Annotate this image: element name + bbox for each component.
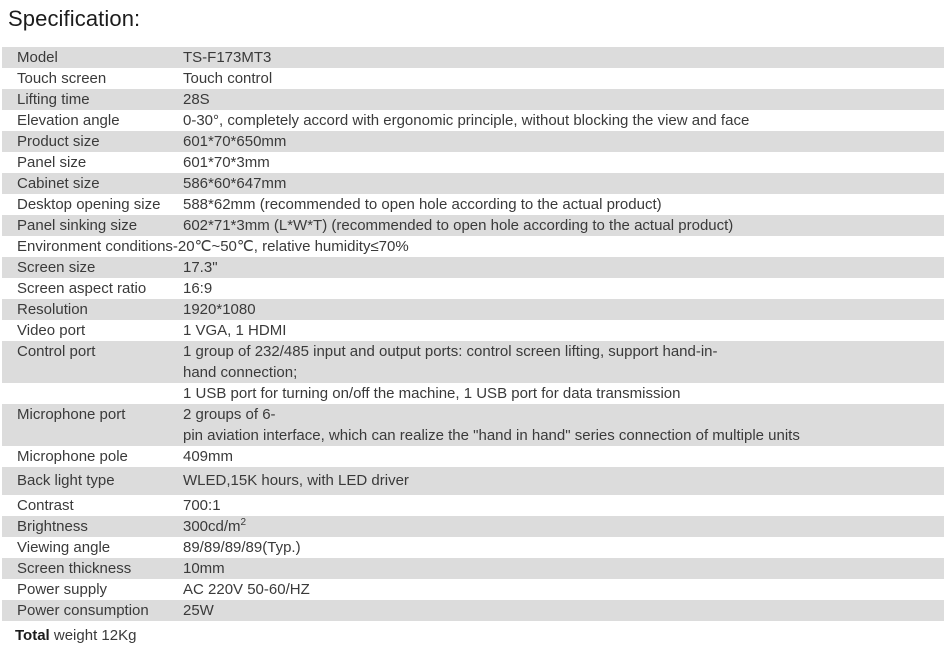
spec-value: 409mm — [183, 448, 234, 465]
table-row: Screen size 17.3" — [2, 257, 944, 278]
spec-label: Lifting time — [17, 91, 90, 108]
spec-label: Cabinet size — [17, 175, 100, 192]
total-weight-line: Total weight 12Kg — [0, 621, 950, 646]
total-label: Total — [15, 627, 50, 644]
spec-label: Control port — [17, 343, 96, 360]
table-row: Model TS-F173MT3 — [2, 47, 944, 68]
spec-value: Touch control — [183, 70, 273, 87]
table-row: Screen aspect ratio 16:9 — [2, 278, 944, 299]
spec-value: 1 group of 232/485 input and output port… — [183, 343, 718, 381]
table-row: Microphone pole 409mm — [2, 446, 944, 467]
spec-label: Microphone port — [17, 406, 126, 423]
spec-label: Screen thickness — [17, 560, 132, 577]
spec-label: Resolution — [17, 301, 88, 318]
table-row: Back light type WLED,15K hours, with LED … — [2, 467, 944, 495]
spec-value: 300cd/m2 — [183, 517, 247, 536]
spec-label: Screen aspect ratio — [17, 280, 147, 297]
spec-label: Power consumption — [17, 602, 149, 619]
total-value: weight 12Kg — [49, 627, 137, 644]
table-row: Screen thickness 10mm — [2, 558, 944, 579]
spec-value: 1 USB port for turning on/off the machin… — [183, 385, 681, 402]
spec-label: Screen size — [17, 259, 96, 276]
spec-value: AC 220V 50-60/HZ — [183, 581, 310, 598]
table-row: Lifting time 28S — [2, 89, 944, 110]
table-row: Elevation angle 0-30°, completely accord … — [2, 110, 944, 131]
spec-value: 2 groups of 6- pin aviation interface, w… — [183, 406, 800, 444]
spec-label: Product size — [17, 133, 100, 150]
spec-value: 16:9 — [183, 280, 213, 297]
spec-value: 0-30°, completely accord with ergonomic … — [183, 112, 750, 129]
table-row: Environment conditions -20℃~50℃, relative… — [2, 236, 944, 257]
spec-value: 700:1 — [183, 497, 221, 514]
spec-value: 586*60*647mm — [183, 175, 287, 192]
table-row: Panel size 601*70*3mm — [2, 152, 944, 173]
specification-table: Model TS-F173MT3 Touch screen Touch control… — [2, 47, 944, 621]
table-row: Product size 601*70*650mm — [2, 131, 944, 152]
spec-value: 1 VGA, 1 HDMI — [183, 322, 287, 339]
table-row: Contrast 700:1 — [2, 495, 944, 516]
spec-value: 601*70*650mm — [183, 133, 287, 150]
spec-value: WLED,15K hours, with LED driver — [183, 472, 409, 489]
table-row: Touch screen Touch control — [2, 68, 944, 89]
spec-value: 17.3" — [183, 259, 218, 276]
spec-value: 89/89/89/89(Typ.) — [183, 539, 301, 556]
spec-value: TS-F173MT3 — [183, 49, 272, 66]
spec-value: 25W — [183, 602, 214, 619]
spec-value: 601*70*3mm — [183, 154, 270, 171]
spec-label: Elevation angle — [17, 112, 120, 129]
spec-value: -20℃~50℃, relative humidity≤70% — [172, 238, 409, 255]
spec-value: 602*71*3mm (L*W*T) (recommended to open … — [183, 217, 734, 234]
table-row: Resolution 1920*1080 — [2, 299, 944, 320]
table-row: Viewing angle 89/89/89/89(Typ.) — [2, 537, 944, 558]
spec-label: Panel sinking size — [17, 217, 138, 234]
spec-label: Contrast — [17, 497, 74, 514]
spec-label: Video port — [17, 322, 86, 339]
spec-label: Model — [17, 49, 58, 66]
table-row: Brightness 300cd/m2 — [2, 516, 944, 537]
spec-value: 588*62mm (recommended to open hole accor… — [183, 196, 662, 213]
spec-label: Back light type — [17, 472, 115, 489]
spec-value: 10mm — [183, 560, 225, 577]
spec-value: 28S — [183, 91, 210, 108]
page-title: Specification: — [8, 6, 141, 31]
table-row: 1 USB port for turning on/off the machin… — [2, 383, 944, 404]
spec-value: 1920*1080 — [183, 301, 256, 318]
spec-label: Power supply — [17, 581, 108, 598]
table-row: Desktop opening size 588*62mm (recommende… — [2, 194, 944, 215]
table-row: Video port 1 VGA, 1 HDMI — [2, 320, 944, 341]
spec-label: Brightness — [17, 518, 88, 535]
table-row: Control port 1 group of 232/485 input and… — [2, 341, 944, 383]
spec-label: Viewing angle — [17, 539, 111, 556]
spec-label: Microphone pole — [17, 448, 128, 465]
table-row: Panel sinking size 602*71*3mm (L*W*T) (re… — [2, 215, 944, 236]
table-row: Power supply AC 220V 50-60/HZ — [2, 579, 944, 600]
spec-label: Touch screen — [17, 70, 107, 87]
superscript-unit: 2 — [240, 517, 247, 528]
spec-label: Desktop opening size — [17, 196, 161, 213]
spec-label: Environment conditions — [17, 238, 173, 255]
table-row: Power consumption 25W — [2, 600, 944, 621]
table-row: Microphone port 2 groups of 6- pin aviati… — [2, 404, 944, 446]
spec-label: Panel size — [17, 154, 87, 171]
table-row: Cabinet size 586*60*647mm — [2, 173, 944, 194]
